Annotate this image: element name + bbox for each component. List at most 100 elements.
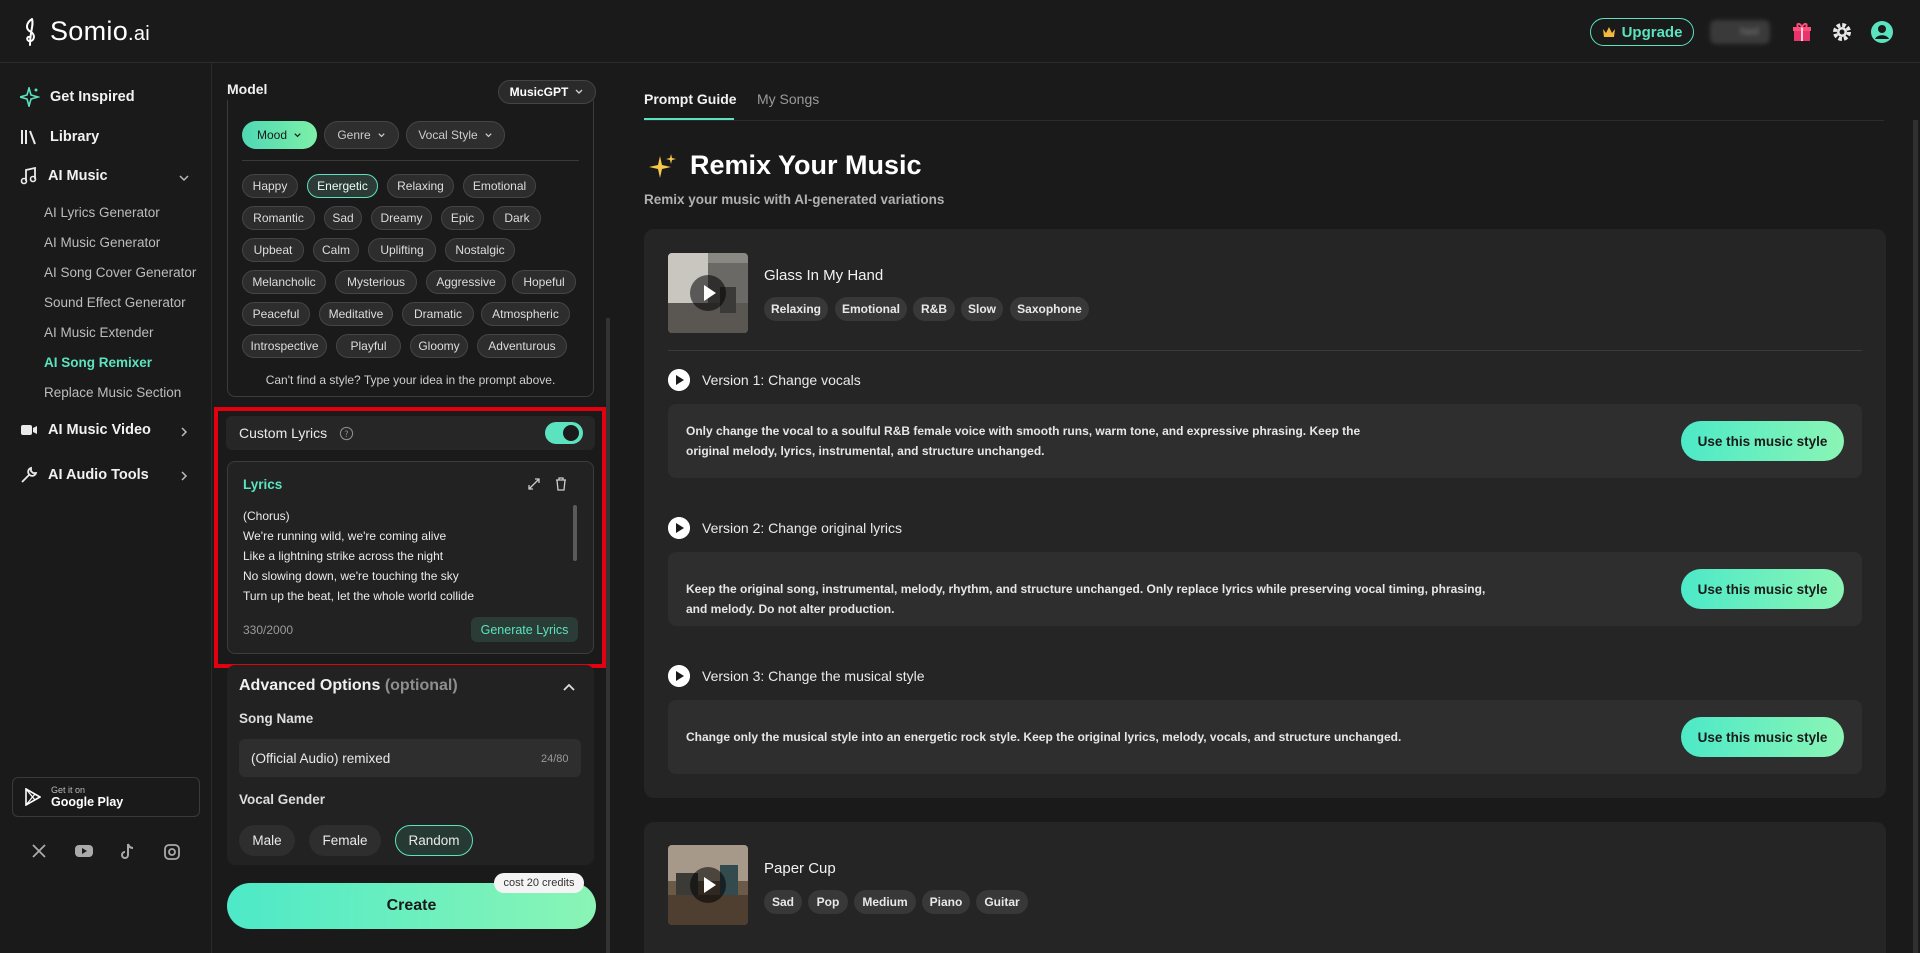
song-tag: Relaxing [764, 297, 828, 321]
sidebar-item-replace-music-section[interactable]: Replace Music Section [44, 385, 181, 400]
sidebar-item-label: AI Audio Tools [48, 467, 149, 483]
song-tag: Medium [854, 890, 916, 914]
use-style-button-1[interactable]: Use this music style [1681, 421, 1844, 461]
tag-uplifting[interactable]: Uplifting [368, 238, 436, 262]
tag-dramatic[interactable]: Dramatic [402, 302, 474, 326]
song-name-input[interactable] [239, 739, 581, 777]
gender-female-button[interactable]: Female [309, 825, 381, 856]
tiktok-icon[interactable] [119, 843, 139, 863]
gift-icon[interactable] [1790, 20, 1814, 44]
song-title: Paper Cup [764, 860, 836, 877]
guide-scrollbar[interactable] [1913, 120, 1918, 953]
youtube-icon[interactable] [74, 843, 94, 863]
tag-peaceful[interactable]: Peaceful [242, 302, 310, 326]
song-thumbnail [668, 845, 748, 925]
gender-random-button[interactable]: Random [395, 825, 473, 856]
tab-underline [644, 118, 734, 120]
tag-introspective[interactable]: Introspective [242, 334, 327, 358]
filter-mood[interactable]: Mood [242, 121, 317, 149]
tag-relaxing[interactable]: Relaxing [387, 174, 454, 198]
tab-prompt-guide[interactable]: Prompt Guide [644, 91, 737, 107]
version-1-toggle[interactable]: Version 1: Change vocals [668, 369, 861, 391]
advanced-title-text: Advanced Options [239, 677, 381, 694]
sidebar-item-ai-music-video[interactable]: AI Music Video [20, 422, 151, 438]
sidebar-item-ai-lyrics-generator[interactable]: AI Lyrics Generator [44, 205, 160, 220]
play-icon[interactable] [690, 275, 726, 311]
version-2-text: Keep the original song, instrumental, me… [686, 582, 1486, 616]
tag-adventurous[interactable]: Adventurous [477, 334, 567, 358]
tag-sad[interactable]: Sad [324, 206, 362, 230]
gear-icon[interactable] [1830, 20, 1854, 44]
chevron-right-icon[interactable] [178, 426, 190, 438]
tag-melancholic[interactable]: Melancholic [242, 270, 326, 294]
chevron-down-icon[interactable] [178, 172, 190, 184]
sidebar-item-ai-song-remixer[interactable]: AI Song Remixer [44, 355, 152, 370]
tag-gloomy[interactable]: Gloomy [410, 334, 468, 358]
google-play-big: Google Play [51, 795, 124, 809]
use-style-button-3[interactable]: Use this music style [1681, 717, 1844, 757]
sidebar-item-label: Library [50, 129, 100, 145]
use-style-button-2[interactable]: Use this music style [1681, 569, 1844, 609]
filter-label: Vocal Style [418, 128, 478, 142]
x-icon[interactable] [31, 843, 51, 863]
tag-aggressive[interactable]: Aggressive [426, 270, 506, 294]
tag-romantic[interactable]: Romantic [242, 206, 315, 230]
play-icon[interactable] [690, 867, 726, 903]
model-value: MusicGPT [509, 85, 569, 99]
tag-epic[interactable]: Epic [441, 206, 484, 230]
google-play-small: Get it on [51, 785, 86, 795]
song-tag: Guitar [976, 890, 1028, 914]
chevron-down-icon [575, 89, 583, 94]
sidebar-item-ai-audio-tools[interactable]: AI Audio Tools [20, 466, 149, 484]
user-name: Neil [1740, 26, 1759, 38]
tag-dark[interactable]: Dark [493, 206, 541, 230]
play-circle-icon [668, 517, 690, 539]
logo-text: Somio [50, 16, 129, 46]
version-label: Version 1: Change vocals [702, 372, 861, 388]
sidebar-item-get-inspired[interactable]: Get Inspired [20, 87, 135, 107]
upgrade-button[interactable]: Upgrade [1590, 18, 1694, 46]
tag-hopeful[interactable]: Hopeful [512, 270, 576, 294]
tag-playful[interactable]: Playful [336, 334, 401, 358]
tag-nostalgic[interactable]: Nostalgic [445, 238, 515, 262]
version-3-toggle[interactable]: Version 3: Change the musical style [668, 665, 925, 687]
tag-calm[interactable]: Calm [313, 238, 359, 262]
chevron-down-icon [294, 132, 301, 137]
gender-male-button[interactable]: Male [239, 825, 295, 856]
vocal-gender-label: Vocal Gender [239, 792, 326, 807]
sidebar [0, 63, 212, 953]
chevron-up-icon[interactable] [561, 679, 577, 695]
song-tag: Emotional [835, 297, 907, 321]
sidebar-item-ai-song-cover-generator[interactable]: AI Song Cover Generator [44, 265, 196, 280]
version-label: Version 2: Change original lyrics [702, 520, 902, 536]
sidebar-item-ai-music-extender[interactable]: AI Music Extender [44, 325, 154, 340]
filter-genre[interactable]: Genre [324, 121, 399, 149]
chevron-right-icon[interactable] [178, 470, 190, 482]
sidebar-item-ai-music-generator[interactable]: AI Music Generator [44, 235, 160, 250]
instagram-icon[interactable] [163, 843, 183, 863]
tab-my-songs[interactable]: My Songs [757, 91, 819, 107]
advanced-optional-text: (optional) [384, 677, 458, 694]
user-chip[interactable]: Neil [1710, 20, 1770, 44]
tag-mysterious[interactable]: Mysterious [335, 270, 417, 294]
version-2-toggle[interactable]: Version 2: Change original lyrics [668, 517, 902, 539]
avatar-icon[interactable] [1870, 20, 1894, 44]
logo[interactable]: Somio.ai [22, 16, 150, 47]
sidebar-item-library[interactable]: Library [20, 127, 99, 147]
tag-emotional[interactable]: Emotional [463, 174, 536, 198]
google-play-button[interactable]: Get it on Google Play [12, 777, 200, 817]
cost-badge: cost 20 credits [494, 873, 584, 893]
card-divider [668, 350, 1862, 351]
sidebar-item-ai-music[interactable]: AI Music [20, 167, 108, 185]
tag-happy[interactable]: Happy [242, 174, 298, 198]
logo-suffix: .ai [128, 23, 151, 45]
tag-upbeat[interactable]: Upbeat [242, 238, 304, 262]
sidebar-item-sound-effect-generator[interactable]: Sound Effect Generator [44, 295, 186, 310]
tag-meditative[interactable]: Meditative [319, 302, 393, 326]
advanced-options-title: Advanced Options (optional) [239, 677, 458, 695]
tag-atmospheric[interactable]: Atmospheric [481, 302, 570, 326]
tag-energetic[interactable]: Energetic [307, 174, 378, 198]
tag-dreamy[interactable]: Dreamy [371, 206, 432, 230]
version-1-text: Only change the vocal to a soulful R&B f… [686, 424, 1361, 458]
filter-vocal-style[interactable]: Vocal Style [406, 121, 505, 149]
